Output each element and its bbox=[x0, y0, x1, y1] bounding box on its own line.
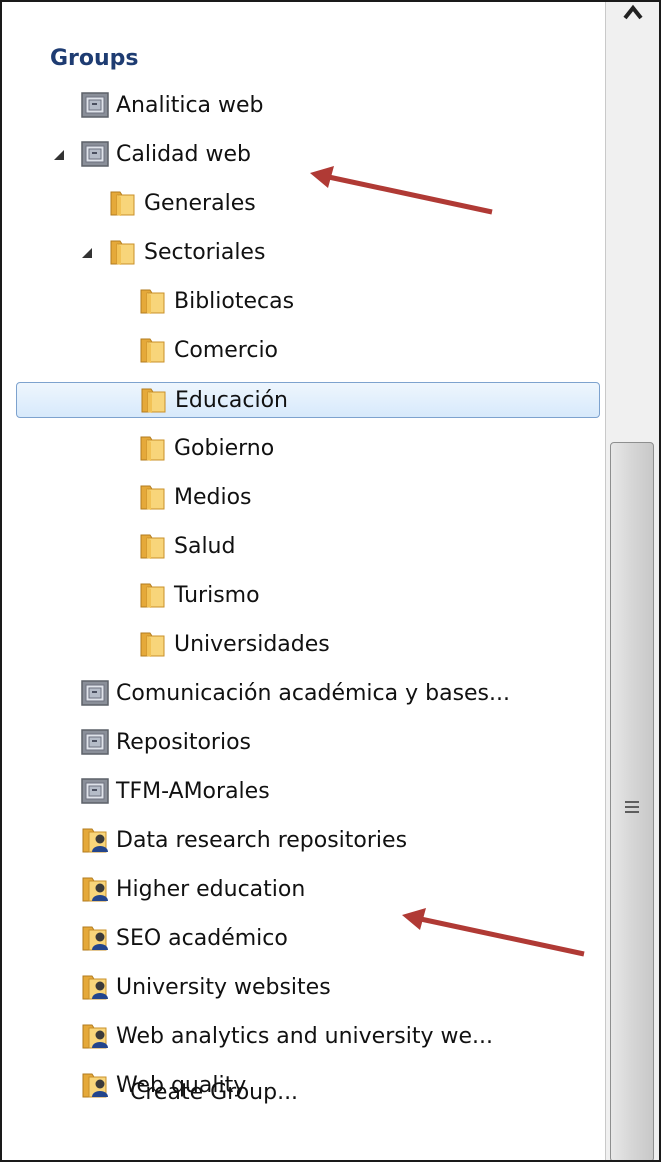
annotation-arrow-icon bbox=[310, 166, 493, 215]
tree-item-label: Bibliotecas bbox=[174, 289, 295, 314]
folder-icon bbox=[138, 286, 168, 316]
tree-item-label: TFM-AMorales bbox=[116, 779, 270, 804]
folder-icon bbox=[138, 335, 168, 365]
tree-item[interactable]: Web quality bbox=[16, 1068, 600, 1104]
group-box-icon bbox=[80, 776, 110, 806]
tree-item-label: SEO académico bbox=[116, 926, 288, 951]
folder-icon bbox=[108, 188, 138, 218]
shared-folder-icon bbox=[80, 1070, 110, 1100]
scroll-grip-icon bbox=[625, 801, 639, 816]
scroll-thumb[interactable] bbox=[610, 442, 654, 1160]
tree-item[interactable]: Analitica web bbox=[16, 88, 600, 124]
tree-item-label: Data research repositories bbox=[116, 828, 408, 853]
tree-item[interactable]: Medios bbox=[16, 480, 600, 516]
shared-folder-icon bbox=[80, 1021, 110, 1051]
tree-item-label: Comunicación académica y bases... bbox=[116, 681, 511, 706]
tree-item-label: University websites bbox=[116, 975, 331, 1000]
tree-item[interactable]: Educación bbox=[16, 382, 600, 418]
tree-item-label: Educación bbox=[175, 388, 288, 413]
tree-item-label: Web analytics and university we... bbox=[116, 1024, 493, 1049]
folder-icon bbox=[138, 629, 168, 659]
create-group-link[interactable]: Create Group... bbox=[130, 1080, 298, 1105]
folder-icon bbox=[138, 433, 168, 463]
tree-item[interactable]: Bibliotecas bbox=[16, 284, 600, 320]
tree-item[interactable]: Web analytics and university we... bbox=[16, 1019, 600, 1055]
tree-item-label: Salud bbox=[174, 534, 236, 559]
annotation-arrow-icon bbox=[402, 908, 585, 957]
shared-folder-icon bbox=[80, 972, 110, 1002]
vertical-scrollbar[interactable] bbox=[605, 2, 659, 1160]
group-box-icon bbox=[80, 139, 110, 169]
folder-icon bbox=[138, 482, 168, 512]
tree-item-label: Universidades bbox=[174, 632, 330, 657]
scroll-up-arrow-icon[interactable] bbox=[616, 2, 650, 28]
tree-item[interactable]: Gobierno bbox=[16, 431, 600, 467]
tree-item-label: Medios bbox=[174, 485, 252, 510]
tree-item-label: Repositorios bbox=[116, 730, 251, 755]
tree-item-label: Comercio bbox=[174, 338, 279, 363]
groups-panel: Groups Analitica web Calidad web Generales… bbox=[0, 0, 661, 1162]
tree-item[interactable]: Comercio bbox=[16, 333, 600, 369]
group-box-icon bbox=[80, 678, 110, 708]
tree-item[interactable]: Salud bbox=[16, 529, 600, 565]
folder-icon bbox=[139, 385, 169, 415]
tree-item[interactable]: Sectoriales bbox=[16, 235, 600, 271]
tree-item-label: Higher education bbox=[116, 877, 306, 902]
tree-item-label: Sectoriales bbox=[144, 240, 266, 265]
tree-item[interactable]: University websites bbox=[16, 970, 600, 1006]
collapse-triangle-icon[interactable] bbox=[82, 248, 92, 258]
shared-folder-icon bbox=[80, 825, 110, 855]
shared-folder-icon bbox=[80, 923, 110, 953]
tree-item[interactable]: Comunicación académica y bases... bbox=[16, 676, 600, 712]
tree-item[interactable]: TFM-AMorales bbox=[16, 774, 600, 810]
collapse-triangle-icon[interactable] bbox=[54, 150, 64, 160]
group-box-icon bbox=[80, 90, 110, 120]
tree-item-label: Gobierno bbox=[174, 436, 275, 461]
groups-heading: Groups bbox=[50, 46, 139, 71]
tree-item-label: Calidad web bbox=[116, 142, 251, 167]
tree-item-label: Turismo bbox=[174, 583, 260, 608]
tree-item[interactable]: Universidades bbox=[16, 627, 600, 663]
tree-item[interactable]: Turismo bbox=[16, 578, 600, 614]
folder-icon bbox=[138, 531, 168, 561]
tree-item-label: Generales bbox=[144, 191, 256, 216]
group-box-icon bbox=[80, 727, 110, 757]
folder-icon bbox=[138, 580, 168, 610]
tree-item[interactable]: Repositorios bbox=[16, 725, 600, 761]
shared-folder-icon bbox=[80, 874, 110, 904]
tree-item-label: Analitica web bbox=[116, 93, 264, 118]
tree-item[interactable]: Data research repositories bbox=[16, 823, 600, 859]
folder-icon bbox=[108, 237, 138, 267]
